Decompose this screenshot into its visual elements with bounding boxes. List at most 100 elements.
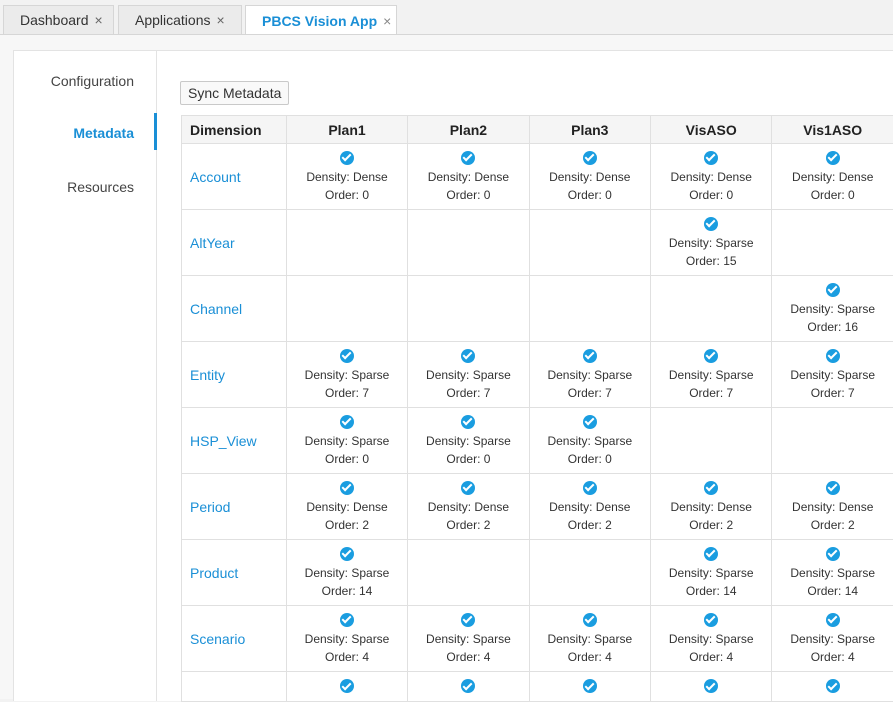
density-label: Density: Sparse: [669, 236, 754, 250]
check-circle-icon: [583, 415, 597, 429]
table-cell[interactable]: Density: SparseOrder: 14: [286, 540, 407, 606]
column-header[interactable]: VisASO: [650, 116, 771, 144]
column-header[interactable]: Vis1ASO: [772, 116, 893, 144]
table-row: AccountDensity: DenseOrder: 0Density: De…: [182, 144, 893, 210]
column-header[interactable]: Plan1: [286, 116, 407, 144]
table-cell[interactable]: Density: SparseOrder: 14: [772, 540, 893, 606]
order-label: Order: 7: [325, 386, 369, 400]
order-label: Order: 4: [689, 650, 733, 664]
table-cell[interactable]: Density: Sparse Order: 15: [650, 210, 771, 276]
dimension-link[interactable]: Product: [182, 540, 287, 606]
app-panel: Configuration Metadata Resources Sync Me…: [13, 50, 893, 701]
sidebar-item-metadata[interactable]: Metadata: [73, 125, 134, 141]
order-label: Order: 7: [446, 386, 490, 400]
table-cell[interactable]: Density: SparseOrder: 7: [286, 342, 407, 408]
table-row: [182, 672, 893, 702]
table-cell[interactable]: Density: SparseOrder: 4: [286, 606, 407, 672]
order-label: Order: 15: [686, 254, 737, 268]
tab-dashboard[interactable]: Dashboard ×: [3, 5, 114, 34]
check-circle-icon: [583, 349, 597, 363]
table-cell[interactable]: Density: DenseOrder: 2: [650, 474, 771, 540]
sidebar-item-configuration[interactable]: Configuration: [51, 73, 134, 89]
dimension-link[interactable]: Scenario: [182, 606, 287, 672]
order-label: Order: 2: [325, 518, 369, 532]
dimension-link[interactable]: Entity: [182, 342, 287, 408]
order-label: Order: 14: [322, 584, 373, 598]
table-cell: [286, 210, 407, 276]
order-label: Order: 0: [446, 452, 490, 466]
density-label: Density: Sparse: [305, 434, 390, 448]
table-cell[interactable]: Density: DenseOrder: 2: [408, 474, 529, 540]
check-circle-icon: [704, 151, 718, 165]
dimension-link[interactable]: Period: [182, 474, 287, 540]
check-circle-icon: [704, 349, 718, 363]
table-cell[interactable]: Density: SparseOrder: 7: [529, 342, 650, 408]
density-label: Density: Sparse: [426, 368, 511, 382]
table-cell[interactable]: Density: SparseOrder: 0: [529, 408, 650, 474]
column-header[interactable]: Plan2: [408, 116, 529, 144]
table-cell[interactable]: Density: SparseOrder: 4: [408, 606, 529, 672]
sidebar-item-resources[interactable]: Resources: [67, 179, 134, 195]
dimension-link[interactable]: Account: [182, 144, 287, 210]
table-cell[interactable]: Density: DenseOrder: 0: [529, 144, 650, 210]
tab-pbcs-vision-app[interactable]: PBCS Vision App ×: [245, 5, 397, 35]
density-label: Density: Dense: [792, 500, 873, 514]
check-circle-icon: [340, 679, 354, 693]
table-cell[interactable]: Density: DenseOrder: 0: [408, 144, 529, 210]
check-circle-icon: [461, 613, 475, 627]
density-label: Density: Sparse: [790, 566, 875, 580]
check-circle-icon: [340, 547, 354, 561]
density-label: Density: Dense: [671, 170, 752, 184]
table-cell[interactable]: Density: DenseOrder: 0: [286, 144, 407, 210]
content-area: Configuration Metadata Resources Sync Me…: [0, 34, 893, 699]
order-label: Order: 4: [325, 650, 369, 664]
order-label: Order: 4: [446, 650, 490, 664]
check-circle-icon: [826, 547, 840, 561]
order-label: Order: 7: [689, 386, 733, 400]
check-circle-icon: [340, 151, 354, 165]
order-label: Order: 0: [325, 188, 369, 202]
table-cell[interactable]: Density: SparseOrder: 0: [286, 408, 407, 474]
table-cell[interactable]: Density: DenseOrder: 2: [772, 474, 893, 540]
close-icon[interactable]: ×: [95, 12, 103, 28]
table-cell[interactable]: Density: SparseOrder: 4: [650, 606, 771, 672]
table-row: ProductDensity: SparseOrder: 14Density: …: [182, 540, 893, 606]
density-label: Density: Sparse: [426, 434, 511, 448]
table-cell: [286, 672, 407, 702]
check-circle-icon: [704, 217, 718, 231]
dimension-link[interactable]: AltYear: [182, 210, 287, 276]
table-cell[interactable]: Density: SparseOrder: 4: [529, 606, 650, 672]
dimension-link[interactable]: HSP_View: [182, 408, 287, 474]
table-cell[interactable]: Density: SparseOrder: 7: [650, 342, 771, 408]
sync-metadata-button[interactable]: Sync Metadata: [180, 81, 289, 105]
tab-applications[interactable]: Applications ×: [118, 5, 242, 34]
table-cell: [650, 408, 771, 474]
table-cell[interactable]: Density: DenseOrder: 0: [650, 144, 771, 210]
dimension-link[interactable]: Channel: [182, 276, 287, 342]
table-cell[interactable]: Density: Sparse Order: 7: [408, 342, 529, 408]
table-cell: [286, 276, 407, 342]
table-cell[interactable]: Density: DenseOrder: 2: [529, 474, 650, 540]
table-cell[interactable]: Density: SparseOrder: 7: [772, 342, 893, 408]
table-row: Channel Density: SparseOrder: 16: [182, 276, 893, 342]
active-indicator: [154, 113, 157, 150]
check-circle-icon: [461, 679, 475, 693]
column-header[interactable]: Plan3: [529, 116, 650, 144]
table-row: PeriodDensity: DenseOrder: 2Density: Den…: [182, 474, 893, 540]
check-circle-icon: [583, 679, 597, 693]
table-cell[interactable]: Density: DenseOrder: 2: [286, 474, 407, 540]
table-cell: [408, 540, 529, 606]
order-label: Order: 16: [807, 320, 858, 334]
table-cell[interactable]: Density: SparseOrder: 16: [772, 276, 893, 342]
table-cell: [408, 276, 529, 342]
table-row: AltYear Density: Sparse Order: 15: [182, 210, 893, 276]
table-cell[interactable]: Density: DenseOrder: 0: [772, 144, 893, 210]
table-cell[interactable]: Density: Sparse Order: 0: [408, 408, 529, 474]
table-cell[interactable]: Density: SparseOrder: 14: [650, 540, 771, 606]
density-label: Density: Sparse: [547, 368, 632, 382]
close-icon[interactable]: ×: [217, 12, 225, 28]
column-header-dimension[interactable]: Dimension: [182, 116, 287, 144]
table-cell[interactable]: Density: SparseOrder: 4: [772, 606, 893, 672]
close-icon[interactable]: ×: [383, 13, 391, 29]
order-label: Order: 14: [686, 584, 737, 598]
